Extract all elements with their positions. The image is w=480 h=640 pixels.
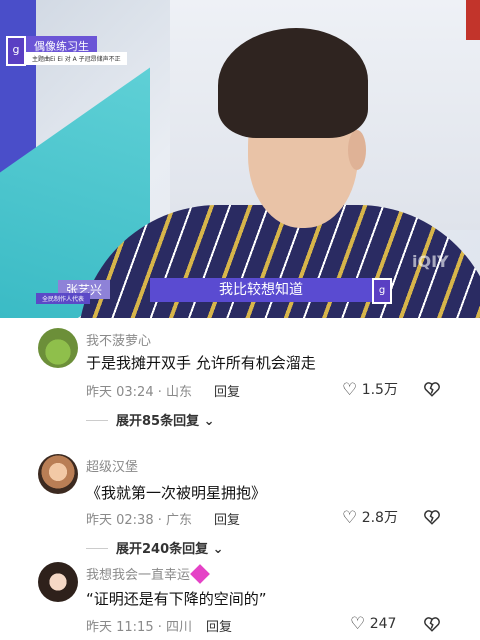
person-ear xyxy=(348,130,366,170)
heart-outline-icon: ♡ xyxy=(342,508,358,528)
heart-broken-icon[interactable] xyxy=(423,615,441,633)
comment-text[interactable]: 于是我摊开双手 允许所有机会溜走 xyxy=(86,352,316,373)
avatar[interactable] xyxy=(38,562,78,602)
chevron-down-icon: ⌄ xyxy=(203,414,215,429)
video-frame[interactable]: g 偶像练习生 主题曲Ei Ei 对 A 子冠昂储声不正 张艺兴 全民制作人代表… xyxy=(0,0,480,318)
like-count: 1.5万 xyxy=(361,382,398,398)
heart-broken-icon[interactable] xyxy=(423,380,441,398)
person-hair xyxy=(218,28,368,138)
chevron-down-icon: ⌄ xyxy=(212,542,224,557)
heart-outline-icon: ♡ xyxy=(350,614,366,634)
like-button[interactable]: ♡ 2.8万 xyxy=(342,507,398,528)
comment-item: 我不菠萝心 于是我摊开双手 允许所有机会溜走 昨天 03:24 · 山东 回复 … xyxy=(0,318,480,438)
comment-username-text: 我想我会一直幸运 xyxy=(86,568,191,583)
subtitle-logo-icon: g xyxy=(372,278,392,304)
background-corner xyxy=(466,0,480,40)
reply-button[interactable]: 回复 xyxy=(214,509,240,528)
comment-username[interactable]: 超级汉堡 xyxy=(86,456,138,475)
video-subtitle: 我比较想知道 xyxy=(150,278,372,302)
comment-text[interactable]: “证明还是有下降的空间的” xyxy=(86,588,267,609)
like-button[interactable]: ♡ 1.5万 xyxy=(342,379,398,400)
like-count: 247 xyxy=(369,616,397,632)
avatar[interactable] xyxy=(38,328,78,368)
heart-broken-icon[interactable] xyxy=(423,508,441,526)
divider xyxy=(86,548,108,549)
like-count: 2.8万 xyxy=(361,510,398,526)
watermark: iQIY xyxy=(412,252,449,271)
expand-replies-button[interactable]: 展开240条回复 ⌄ xyxy=(86,538,224,557)
avatar[interactable] xyxy=(38,454,78,494)
show-subtitle-tag: 主题曲Ei Ei 对 A 子冠昂储声不正 xyxy=(26,52,127,65)
comment-username[interactable]: 我想我会一直幸运 xyxy=(86,564,210,584)
comment-time-location: 昨天 03:24 · 山东 xyxy=(86,385,192,400)
comment-text[interactable]: 《我就第一次被明星拥抱》 xyxy=(86,482,266,503)
like-button[interactable]: ♡ 247 xyxy=(350,614,396,634)
expand-replies-label: 展开85条回复 xyxy=(116,414,200,429)
comment-item: 超级汉堡 《我就第一次被明星拥抱》 昨天 02:38 · 广东 回复 ♡ 2.8… xyxy=(0,446,480,566)
divider xyxy=(86,420,108,421)
reply-button[interactable]: 回复 xyxy=(206,616,232,635)
expand-replies-label: 展开240条回复 xyxy=(116,542,209,557)
name-plate: 张艺兴 全民制作人代表 xyxy=(36,280,146,304)
reply-button[interactable]: 回复 xyxy=(214,381,240,400)
heart-emoji-icon xyxy=(190,564,210,584)
comment-item: 我想我会一直幸运 “证明还是有下降的空间的” 昨天 11:15 · 四川 回复 … xyxy=(0,556,480,640)
comment-username[interactable]: 我不菠萝心 xyxy=(86,330,151,349)
expand-replies-button[interactable]: 展开85条回复 ⌄ xyxy=(86,410,215,429)
heart-outline-icon: ♡ xyxy=(342,380,358,400)
show-logo-icon: g xyxy=(6,36,26,66)
comment-time-location: 昨天 11:15 · 四川 xyxy=(86,620,192,635)
comment-time-location: 昨天 02:38 · 广东 xyxy=(86,513,192,528)
name-plate-role: 全民制作人代表 xyxy=(36,293,91,304)
